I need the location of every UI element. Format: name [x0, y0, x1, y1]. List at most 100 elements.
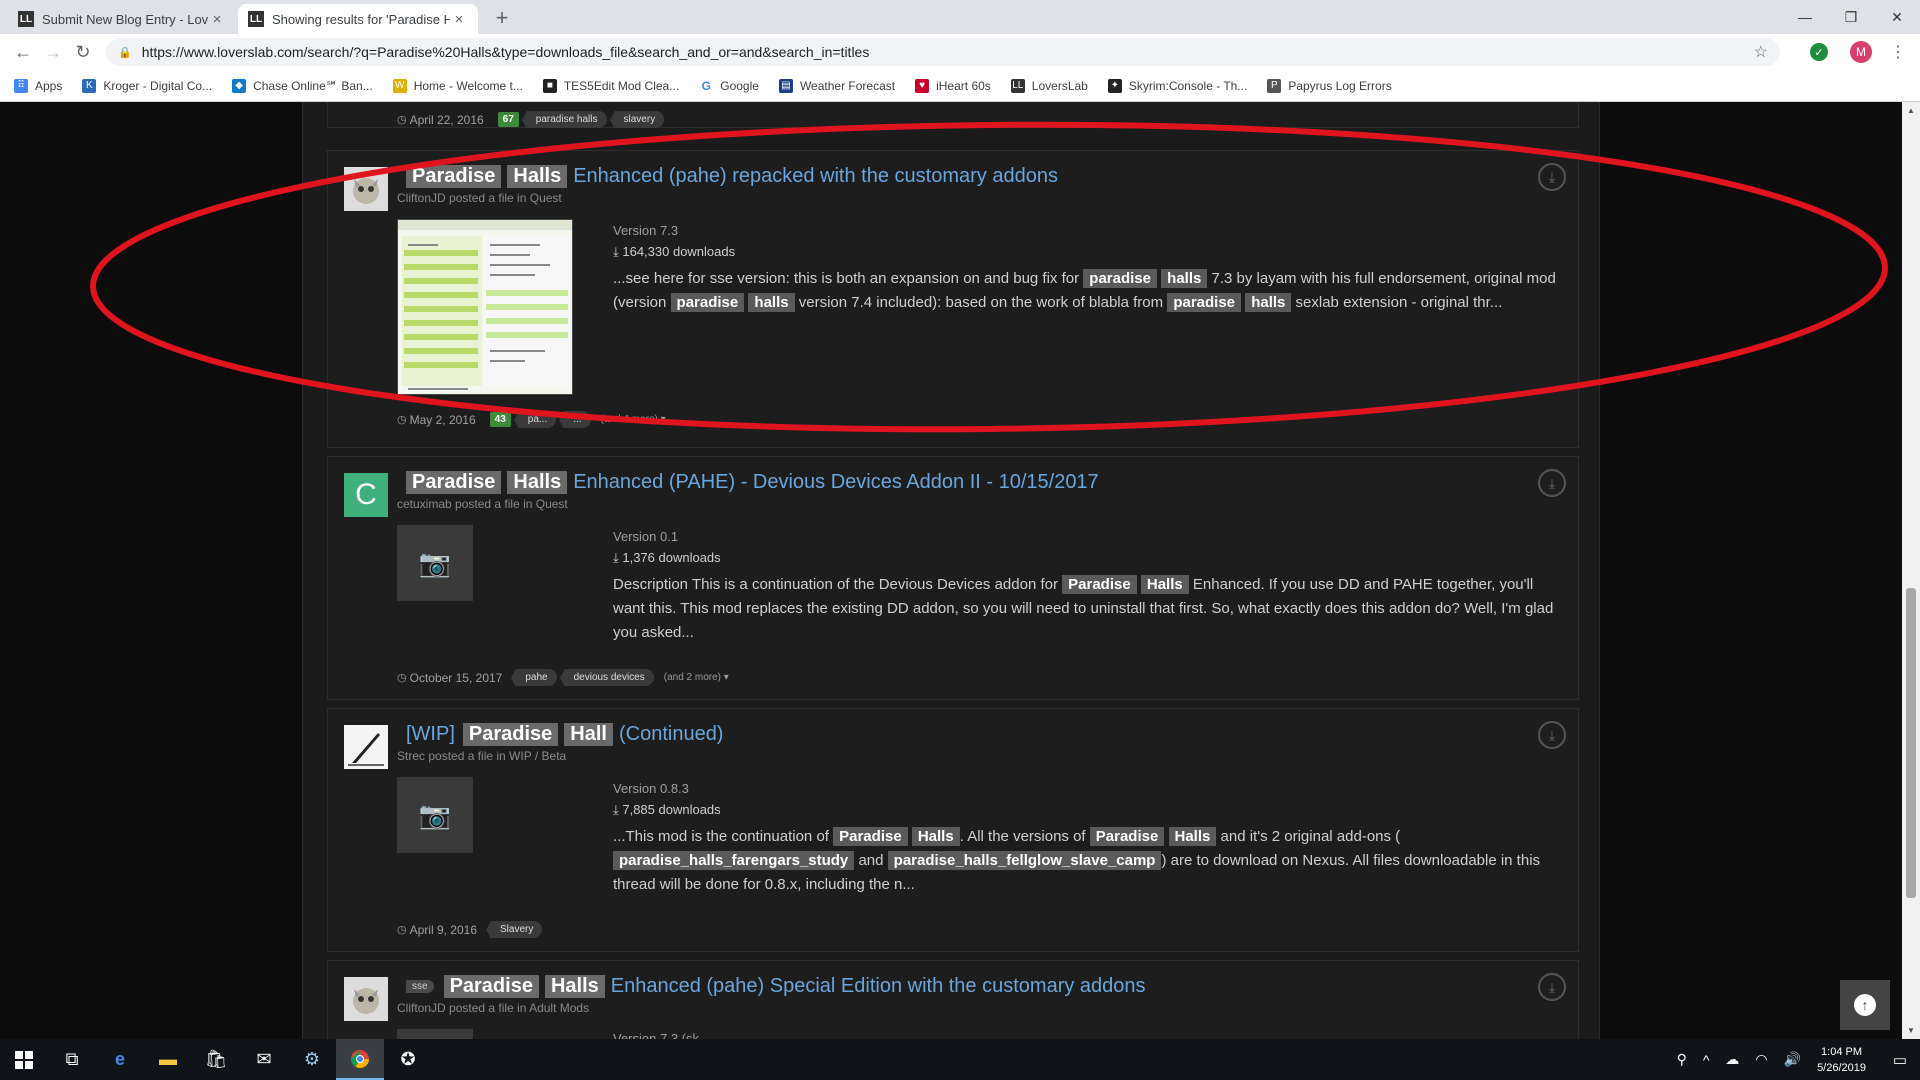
- bookmark-google[interactable]: G Google: [699, 78, 759, 93]
- notifications-icon[interactable]: ▭: [1880, 1051, 1920, 1069]
- clock-icon: ◷: [397, 672, 407, 684]
- windows-start-icon[interactable]: [0, 1039, 48, 1080]
- download-icon[interactable]: ⤓: [1538, 973, 1566, 1001]
- result-meta: ◷ April 22, 2016 67 paradise halls slave…: [397, 111, 665, 129]
- result-title-link[interactable]: [WIP] Paradise Hall (Continued): [406, 723, 723, 746]
- back-icon[interactable]: ←: [8, 42, 38, 63]
- tray-chevron-icon[interactable]: ^: [1703, 1052, 1710, 1068]
- skyrim-launcher-icon[interactable]: ✪: [384, 1039, 432, 1080]
- close-tab-icon[interactable]: ×: [450, 11, 468, 28]
- new-tab-button[interactable]: +: [488, 4, 516, 32]
- minimize-icon[interactable]: —: [1782, 9, 1828, 25]
- snippet-keyword: halls: [1245, 293, 1292, 312]
- taskbar-clock[interactable]: 1:04 PM 5/26/2019: [1817, 1044, 1866, 1076]
- volume-icon[interactable]: 🔊: [1784, 1051, 1801, 1068]
- bookmark-tes5edit[interactable]: ■ TES5Edit Mod Clea...: [542, 78, 679, 93]
- result-byline[interactable]: Strec posted a file in WIP / Beta: [397, 749, 566, 763]
- scrollbar-thumb[interactable]: [1906, 588, 1916, 898]
- result-snippet: ...This mod is the continuation of Parad…: [613, 825, 1563, 897]
- result-meta: ◷ April 9, 2016 Slavery: [397, 921, 543, 939]
- bookmark-iheart[interactable]: ♥ iHeart 60s: [915, 78, 991, 93]
- bookmark-skyrim-console[interactable]: ✦ Skyrim:Console - Th...: [1107, 78, 1247, 93]
- download-icon[interactable]: ⤓: [1538, 469, 1566, 497]
- more-tags-toggle[interactable]: (and 2 more) ▾: [664, 672, 729, 683]
- camera-placeholder-icon[interactable]: 📷: [397, 525, 473, 601]
- tab-blog-entry[interactable]: LL Submit New Blog Entry - LoversL... ×: [8, 4, 236, 34]
- tag-hidden[interactable]: ...: [559, 411, 591, 429]
- scroll-up-icon[interactable]: ▲: [1902, 106, 1920, 115]
- back-to-top-button[interactable]: ↑: [1840, 980, 1890, 1030]
- bookmark-chase[interactable]: ◆ Chase Online℠ Ban...: [232, 78, 373, 93]
- wifi-icon[interactable]: ◠: [1755, 1051, 1767, 1068]
- file-screenshot-thumbnail[interactable]: [397, 219, 573, 395]
- close-tab-icon[interactable]: ×: [208, 11, 226, 28]
- tag-pahe[interactable]: pahe: [511, 669, 557, 687]
- snippet-keyword: paradise: [1083, 269, 1157, 288]
- restore-icon[interactable]: ❐: [1828, 9, 1874, 26]
- lock-icon[interactable]: 🔒: [118, 46, 132, 59]
- snippet-keyword: halls: [748, 293, 795, 312]
- avatar[interactable]: C: [344, 473, 388, 517]
- result-byline[interactable]: CliftonJD posted a file in Quest: [397, 191, 562, 205]
- close-window-icon[interactable]: ✕: [1874, 9, 1920, 26]
- profile-avatar[interactable]: M: [1850, 41, 1872, 63]
- snippet-keyword: paradise: [1167, 293, 1242, 312]
- download-icon[interactable]: ⤓: [1538, 721, 1566, 749]
- extension-check-icon[interactable]: ✓: [1810, 43, 1828, 61]
- tag-paradise-halls[interactable]: paradise halls: [521, 111, 607, 129]
- title-keyword: Paradise: [406, 165, 502, 188]
- page-scrollbar[interactable]: ▲ ▼: [1902, 102, 1920, 1039]
- sse-badge: sse: [406, 980, 434, 993]
- avatar[interactable]: [344, 167, 388, 211]
- bookmark-papyrus[interactable]: P Papyrus Log Errors: [1267, 78, 1392, 93]
- apps-grid-icon: ⠿: [14, 78, 28, 93]
- file-explorer-icon[interactable]: ▬: [144, 1039, 192, 1080]
- reload-icon[interactable]: ↻: [68, 42, 98, 63]
- bookmark-apps[interactable]: ⠿ Apps: [14, 78, 62, 93]
- task-view-icon[interactable]: ⧉: [48, 1039, 96, 1080]
- mail-icon[interactable]: ✉: [240, 1039, 288, 1080]
- bookmark-loverslab[interactable]: LL LoversLab: [1010, 78, 1088, 93]
- camera-placeholder-icon[interactable]: 📷: [397, 777, 473, 853]
- windows-taskbar: ⧉ e ▬ 🛍 ✉ ⚙ ✪ ⚲ ^ ☁ ◠ 🔊 1:04 PM 5/26/201…: [0, 1039, 1920, 1080]
- clock-icon: ◷: [397, 414, 407, 426]
- bookmark-home[interactable]: W Home - Welcome t...: [392, 78, 523, 93]
- snippet-keyword: Halls: [911, 827, 960, 846]
- forward-icon[interactable]: →: [38, 42, 68, 63]
- download-icon[interactable]: ⤓: [1538, 163, 1566, 191]
- result-title-link[interactable]: Paradise Halls Enhanced (pahe) repacked …: [406, 165, 1058, 188]
- tab-search-results[interactable]: LL Showing results for 'Paradise Hal... …: [238, 4, 478, 34]
- bookmark-star-icon[interactable]: ☆: [1754, 42, 1768, 62]
- url-input[interactable]: 🔒 https://www.loverslab.com/search/?q=Pa…: [106, 38, 1780, 66]
- avatar[interactable]: [344, 725, 388, 769]
- chrome-icon[interactable]: [336, 1039, 384, 1080]
- steam-icon[interactable]: ⚙: [288, 1039, 336, 1080]
- system-tray: ⚲ ^ ☁ ◠ 🔊 1:04 PM 5/26/2019 ▭: [1669, 1039, 1920, 1080]
- file-version: Version 7.3: [613, 223, 679, 238]
- tag-slavery[interactable]: Slavery: [485, 921, 543, 939]
- scroll-down-icon[interactable]: ▼: [1902, 1026, 1920, 1035]
- tag-pa[interactable]: pa...: [513, 411, 557, 429]
- bookmark-weather[interactable]: ▤ Weather Forecast: [778, 78, 895, 93]
- download-count: ⤓ 164,330 downloads: [613, 244, 736, 259]
- tag-slavery[interactable]: slavery: [609, 111, 665, 129]
- result-byline[interactable]: CliftonJD posted a file in Adult Mods: [397, 1001, 589, 1015]
- title-prefix: [WIP]: [406, 723, 455, 745]
- thumbnail-partial[interactable]: [397, 1029, 473, 1039]
- menu-dots-icon[interactable]: ⋮: [1890, 42, 1906, 62]
- tag-devious-devices[interactable]: devious devices: [559, 669, 654, 687]
- people-icon[interactable]: ⚲: [1677, 1051, 1687, 1068]
- more-tags-toggle[interactable]: (and 4 more) ▾: [601, 414, 666, 425]
- snippet-text: . All the versions of: [959, 828, 1090, 845]
- result-date: May 2, 2016: [409, 412, 476, 427]
- title-text: Enhanced (pahe) Special Edition with the…: [610, 975, 1146, 997]
- onedrive-icon[interactable]: ☁: [1725, 1051, 1739, 1068]
- result-title-link[interactable]: sse Paradise Halls Enhanced (pahe) Speci…: [406, 975, 1146, 998]
- result-title-link[interactable]: Paradise Halls Enhanced (PAHE) - Devious…: [406, 471, 1099, 494]
- edge-icon[interactable]: e: [96, 1039, 144, 1080]
- bookmark-kroger[interactable]: K Kroger - Digital Co...: [82, 78, 212, 93]
- arrow-up-icon: ↑: [1854, 994, 1876, 1016]
- result-byline[interactable]: cetuximab posted a file in Quest: [397, 497, 568, 511]
- store-icon[interactable]: 🛍: [192, 1039, 240, 1080]
- avatar[interactable]: [344, 977, 388, 1021]
